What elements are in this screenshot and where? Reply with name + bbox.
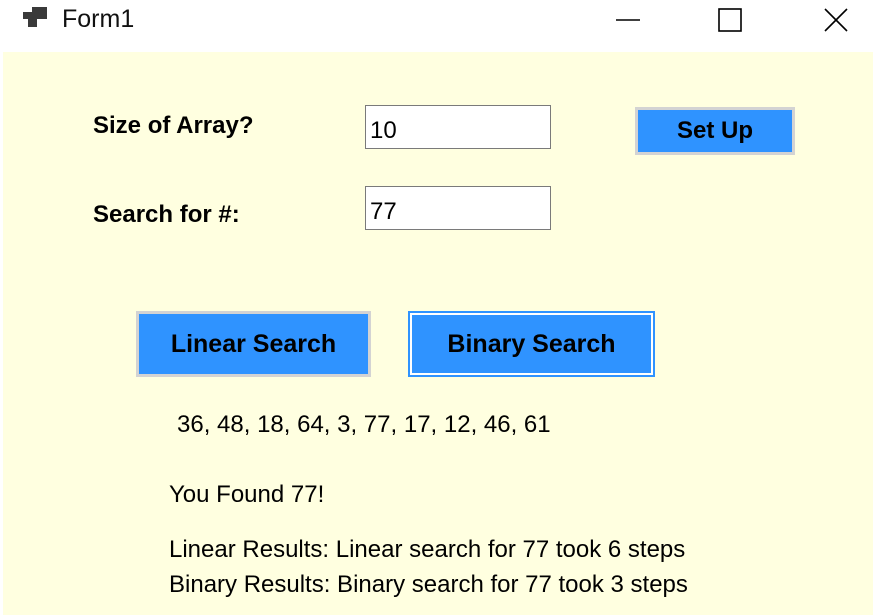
maximize-icon [718,8,742,32]
title-bar[interactable]: Form1 [0,0,873,46]
array-output-label: 36, 48, 18, 64, 3, 77, 17, 12, 46, 61 [177,411,551,438]
form-window: Form1 Size of Array? Set Up Search for #… [0,0,873,615]
binary-results-label: Binary Results: Binary search for 77 too… [169,571,688,598]
linear-results-label: Linear Results: Linear search for 77 too… [169,536,686,563]
search-for-label: Search for #: [93,201,240,228]
minimize-icon [616,19,640,21]
binary-search-button[interactable]: Binary Search [408,311,655,377]
linear-search-button[interactable]: Linear Search [136,311,371,377]
minimize-button[interactable] [598,0,658,40]
close-icon [824,8,848,32]
size-of-array-label: Size of Array? [93,112,254,139]
size-of-array-input[interactable] [365,105,551,149]
app-window-icon [23,7,47,27]
found-message-label: You Found 77! [169,481,325,508]
maximize-button[interactable] [700,0,760,40]
close-button[interactable] [806,0,866,40]
search-for-input[interactable] [365,186,551,230]
window-title: Form1 [62,5,135,33]
form-client-area: Size of Array? Set Up Search for #: Line… [3,52,873,615]
set-up-button[interactable]: Set Up [635,107,795,155]
